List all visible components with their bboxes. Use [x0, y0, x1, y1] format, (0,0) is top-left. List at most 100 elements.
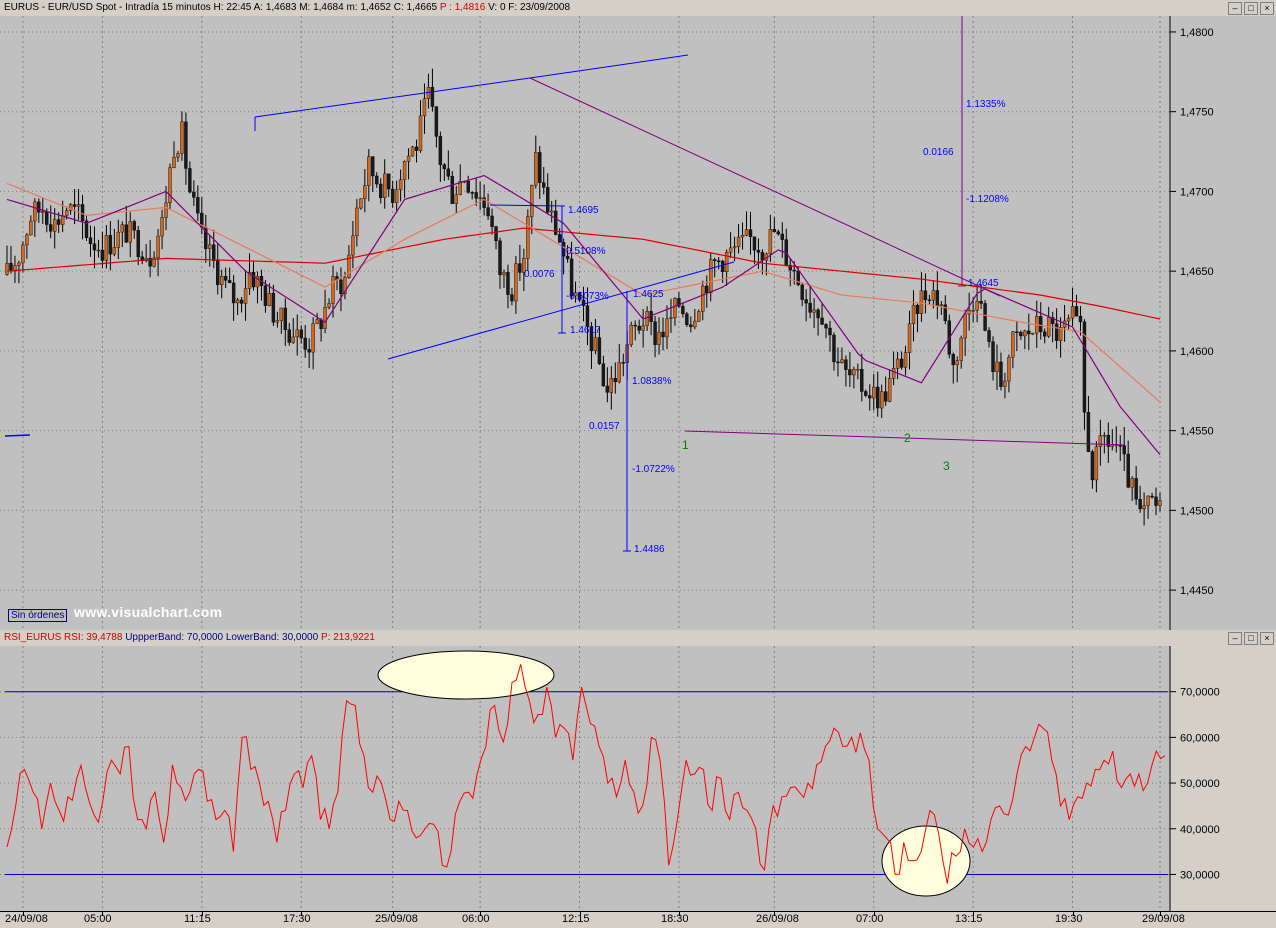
x-tick-label: 24/09/08: [5, 913, 48, 925]
wave-label-1: 1: [682, 438, 689, 452]
candle-body: [776, 231, 781, 235]
close-button[interactable]: ×: [1260, 2, 1274, 15]
candle-body: [188, 168, 192, 193]
candle-body: [979, 300, 983, 304]
candle-body: [406, 155, 411, 162]
candle-body: [915, 304, 920, 314]
h-label: H:: [213, 2, 224, 13]
candle-body: [732, 246, 737, 249]
candle-body: [510, 294, 514, 302]
candle-body: [951, 354, 955, 366]
candle-body: [716, 260, 721, 263]
candle-body: [1015, 331, 1019, 333]
candle-body: [478, 197, 482, 199]
annot-pct-up-right: 1.1335%: [966, 99, 1006, 110]
candle-body: [621, 362, 625, 364]
price-window-buttons: – □ ×: [1228, 2, 1274, 15]
x-tick-label: 05:00: [84, 913, 112, 925]
x-tick-label: 25/09/08: [375, 913, 418, 925]
c-label: C:: [393, 2, 404, 13]
candle-body: [29, 220, 33, 236]
candle-body: [100, 249, 105, 261]
candle-body: [653, 321, 657, 345]
candle-body: [518, 263, 522, 273]
candle-body: [383, 173, 387, 198]
orders-badge[interactable]: Sin órdenes: [8, 609, 68, 622]
candle-body: [824, 324, 828, 329]
candle-body: [506, 272, 510, 295]
price-y-tick-label: 1,4750: [1180, 107, 1214, 119]
price-y-tick-label: 1,4700: [1180, 186, 1214, 198]
annot-pct-up-small: 0.5108%: [566, 246, 606, 257]
candle-body: [279, 307, 284, 321]
candle-body: [1146, 495, 1150, 506]
price-y-tick-label: 1,4650: [1180, 266, 1214, 278]
candle-body: [398, 179, 403, 190]
candle-body: [104, 235, 109, 261]
candle-body: [995, 361, 999, 372]
candle-body: [848, 369, 852, 376]
rsi-close-button[interactable]: ×: [1260, 632, 1274, 645]
candle-body: [243, 288, 248, 304]
maximize-button[interactable]: □: [1244, 2, 1258, 15]
candle-body: [160, 217, 164, 237]
candle-body: [724, 252, 729, 272]
candle-body: [1122, 445, 1126, 455]
candle-body: [669, 317, 673, 319]
candle-body: [549, 210, 554, 213]
candle-body: [208, 244, 212, 249]
candle-body: [331, 276, 335, 304]
candle-body: [1054, 323, 1059, 341]
candle-body: [76, 204, 81, 207]
candle-body: [1126, 453, 1130, 488]
candle-body: [53, 219, 57, 232]
candle-body: [80, 204, 85, 221]
candle-body: [418, 115, 423, 151]
minimize-button[interactable]: –: [1228, 2, 1242, 15]
candle-body: [502, 272, 506, 276]
rsi-maximize-button[interactable]: □: [1244, 632, 1258, 645]
rsi-minimize-button[interactable]: –: [1228, 632, 1242, 645]
candle-body: [120, 224, 125, 233]
oversold-highlight: [881, 825, 971, 897]
candle-body: [92, 243, 97, 251]
candle-body: [41, 211, 45, 213]
candle-body: [168, 167, 172, 204]
candle-body: [1090, 451, 1095, 481]
candle-body: [740, 235, 745, 238]
candle-body: [617, 362, 621, 383]
rsi-chart[interactable]: 70,0000 60,0000 50,0000 40,0000 30,0000: [0, 646, 1276, 911]
candle-body: [931, 290, 936, 301]
candle-body: [1070, 306, 1075, 319]
candle-body: [832, 334, 836, 363]
candle-body: [1023, 330, 1027, 337]
x-tick-label: 29/09/08: [1142, 913, 1185, 925]
candle-body: [752, 236, 757, 251]
annot-pct-down-large: -1.0722%: [632, 464, 675, 475]
price-chart[interactable]: 1,4800 1,4750 1,4700 1,4650 1,4600 1,4550 1,45…: [0, 16, 1276, 630]
candle-body: [514, 263, 518, 302]
rsi-y-tick-label: 40,0000: [1180, 824, 1220, 836]
rsi-y-tick-label: 60,0000: [1180, 732, 1220, 744]
price-chart-titlebar: EURUS - EUR/USD Spot - Intradía 15 minut…: [0, 0, 1276, 16]
candle-body: [486, 207, 490, 217]
annot-pct-down-small: -0.5073%: [566, 291, 609, 302]
candle-body: [116, 231, 121, 248]
candle-body: [9, 262, 13, 272]
candle-body: [701, 285, 705, 312]
candle-body: [879, 391, 884, 409]
price-y-tick-label: 1,4500: [1180, 505, 1214, 517]
candle-body: [828, 327, 832, 336]
candle-body: [184, 121, 188, 169]
candle-body: [895, 358, 900, 369]
candle-body: [311, 323, 315, 353]
candle-body: [1154, 496, 1158, 506]
annot-break-level: 1.4625: [633, 289, 664, 300]
candle-body: [709, 259, 713, 293]
candle-body: [609, 378, 614, 393]
candle-body: [307, 349, 311, 353]
candle-body: [196, 197, 200, 214]
candle-body: [64, 210, 69, 217]
candle-body: [446, 168, 451, 177]
rsi-titlebar: RSI_EURUS RSI: 39,4788 UppperBand: 70,00…: [0, 630, 1276, 646]
